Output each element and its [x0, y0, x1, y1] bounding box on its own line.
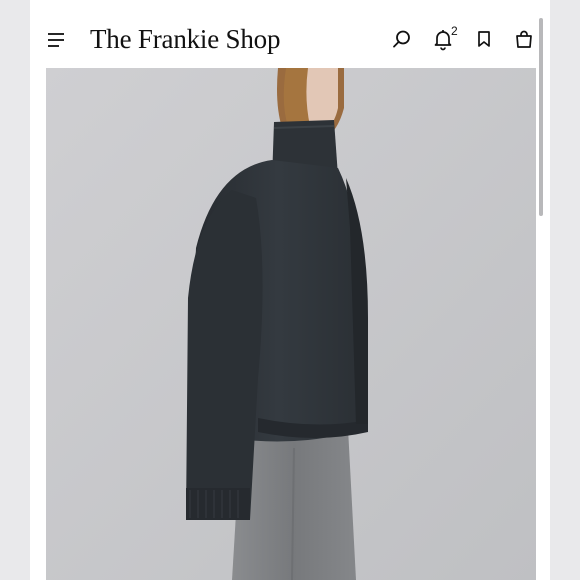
search-button[interactable] [390, 27, 414, 51]
menu-button[interactable] [44, 28, 68, 52]
saved-items-button[interactable] [472, 27, 496, 51]
model-wearing-turtleneck-sweater-illustration [46, 68, 536, 580]
shopping-bag-icon [516, 30, 532, 48]
scrollbar-thumb[interactable] [539, 18, 543, 216]
top-nav-bar: The Frankie Shop 2 [30, 0, 550, 68]
brand-logo-text[interactable]: The Frankie Shop [90, 22, 280, 56]
hamburger-menu-icon [48, 33, 64, 47]
app-screen: The Frankie Shop 2 [30, 0, 550, 580]
cart-button[interactable] [512, 27, 536, 51]
product-image[interactable] [46, 68, 536, 580]
bookmark-icon [478, 31, 490, 47]
search-icon [393, 30, 410, 48]
notification-count-badge: 2 [451, 24, 458, 38]
